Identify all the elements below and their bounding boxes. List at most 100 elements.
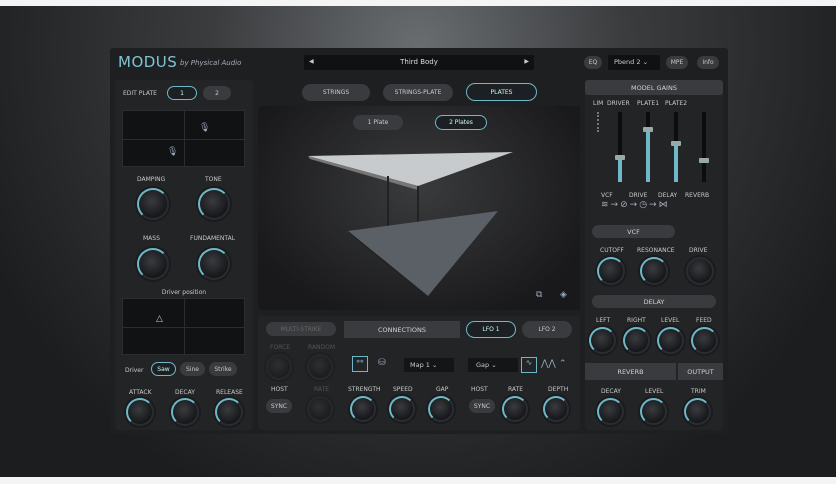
sync-button[interactable]: SYNC <box>266 399 292 413</box>
eq-button[interactable]: EQ <box>584 56 602 69</box>
delay-header[interactable]: DELAY <box>592 295 716 308</box>
rate-knob[interactable] <box>307 396 333 422</box>
lfo2-tab[interactable]: LFO 2 <box>522 321 572 338</box>
lfo-sync-button[interactable]: SYNC <box>469 399 495 413</box>
connections-graph-icon[interactable]: ⚯ <box>352 356 368 372</box>
reverb-level-knob[interactable] <box>640 398 667 425</box>
mpe-button[interactable]: MPE <box>666 56 688 69</box>
damping-knob[interactable] <box>137 188 169 220</box>
microphone-icon[interactable]: 🎙 <box>167 147 178 157</box>
plate1-fader[interactable] <box>643 112 653 182</box>
vcf-header[interactable]: VCF <box>592 225 675 238</box>
waveform-random-icon[interactable]: ⌃ <box>559 359 567 369</box>
preset-selector[interactable]: ◀ Third Body ▶ <box>304 55 534 70</box>
trim-knob[interactable] <box>684 398 711 425</box>
connections-header[interactable]: CONNECTIONS <box>344 321 460 338</box>
map-dropdown[interactable]: Map 1 ⌄ <box>404 358 454 372</box>
delay-feed-knob[interactable] <box>691 327 718 354</box>
release-label: RELEASE <box>216 389 243 396</box>
driver-sine-button[interactable]: Sine <box>180 362 205 376</box>
drive-icon[interactable]: ⊘ <box>620 200 630 210</box>
host-label: HOST <box>271 386 288 393</box>
fader-fill <box>618 157 622 182</box>
info-button[interactable]: Info <box>697 56 719 69</box>
logo-subtitle: by Physical Audio <box>180 59 242 67</box>
depth-knob[interactable] <box>543 396 569 422</box>
gap-knob[interactable] <box>428 396 454 422</box>
reverb-decay-knob[interactable] <box>597 398 624 425</box>
lfo-mode-dropdown[interactable]: Gap ⌄ <box>468 358 518 372</box>
lfo-rate-knob[interactable] <box>502 396 528 422</box>
attack-knob[interactable] <box>126 398 154 426</box>
model-gains-header: MODEL GAINS <box>585 80 723 95</box>
plate-xy-pad[interactable]: 🎙 🎙 <box>122 110 245 167</box>
driver-fader[interactable] <box>615 112 625 182</box>
resonance-knob[interactable] <box>640 257 668 285</box>
decay-knob[interactable] <box>171 398 199 426</box>
cutoff-knob[interactable] <box>597 257 625 285</box>
drive-knob[interactable] <box>686 257 714 285</box>
multi-strike-button[interactable]: MULTI-STRIKE <box>266 322 336 336</box>
next-preset-button[interactable]: ▶ <box>524 58 529 65</box>
lfo-rate-label: RATE <box>508 386 524 393</box>
plates-visualization <box>308 152 513 300</box>
top-border <box>0 0 836 6</box>
delay-left-label: LEFT <box>596 317 611 324</box>
plate-3d-view[interactable]: 1 Plate 2 Plates ⧉ ◈ <box>258 106 580 310</box>
speed-knob[interactable] <box>389 396 415 422</box>
output-header: OUTPUT <box>678 363 723 380</box>
fader-fill <box>674 143 678 182</box>
plate2-fader[interactable] <box>671 112 681 182</box>
plate-2-button[interactable]: 2 <box>203 86 231 100</box>
one-plate-button[interactable]: 1 Plate <box>353 115 403 130</box>
lfo1-tab[interactable]: LFO 1 <box>466 321 516 338</box>
delay-icon[interactable]: ◷ <box>639 200 649 210</box>
waveform-saw-icon[interactable]: ⋀⋀ <box>541 359 556 369</box>
fader-handle[interactable] <box>615 154 625 160</box>
tone-label: TONE <box>205 176 222 183</box>
fader-handle[interactable] <box>643 126 653 132</box>
tab-strings-plate[interactable]: STRINGS-PLATE <box>383 84 453 101</box>
material-icon[interactable]: ◈ <box>560 290 567 300</box>
plate-1-button[interactable]: 1 <box>167 86 197 100</box>
force-label: FORCE <box>270 344 291 351</box>
driver-strike-button[interactable]: Strike <box>209 362 237 376</box>
speed-label: SPEED <box>393 386 413 393</box>
two-plates-button[interactable]: 2 Plates <box>435 115 487 130</box>
release-knob[interactable] <box>215 398 243 426</box>
waveform-smooth-icon[interactable]: ∿ <box>521 357 537 373</box>
database-icon[interactable]: ⛁ <box>378 358 386 368</box>
driver-gain-label: DRIVER <box>607 100 630 107</box>
fader-handle[interactable] <box>671 140 681 146</box>
chain-reverb-label: REVERB <box>685 192 710 199</box>
tab-plates[interactable]: PLATES <box>466 83 537 101</box>
delay-level-knob[interactable] <box>657 327 684 354</box>
master-fader[interactable] <box>699 112 709 182</box>
reverb-header[interactable]: REVERB <box>585 363 676 380</box>
delay-right-label: RIGHT <box>627 317 646 324</box>
delay-level-label: LEVEL <box>661 317 680 324</box>
fx-chain-icons[interactable]: ≋→⊘→◷→⋈ <box>601 200 670 210</box>
random-knob[interactable] <box>307 354 333 380</box>
reverb-icon[interactable]: ⋈ <box>659 200 670 210</box>
vcf-icon[interactable]: ≋ <box>601 200 611 210</box>
tone-knob[interactable] <box>198 188 230 220</box>
fundamental-knob[interactable] <box>198 248 230 280</box>
driver-position-pad[interactable]: △ <box>122 298 245 355</box>
tab-strings[interactable]: STRINGS <box>302 84 370 101</box>
mass-knob[interactable] <box>137 248 169 280</box>
strength-knob[interactable] <box>350 396 376 422</box>
fader-handle[interactable] <box>699 158 709 163</box>
delay-right-knob[interactable] <box>623 327 650 354</box>
driver-saw-button[interactable]: Saw <box>151 362 176 376</box>
microphone-icon[interactable]: 🎙 <box>199 123 210 133</box>
driver-triangle-icon[interactable]: △ <box>156 314 163 324</box>
force-knob[interactable] <box>266 354 292 380</box>
mass-label: MASS <box>143 235 160 242</box>
driver-label: Driver <box>125 367 144 374</box>
fader-fill <box>646 129 650 182</box>
delay-left-knob[interactable] <box>589 327 616 354</box>
rotate-view-icon[interactable]: ⧉ <box>536 290 542 300</box>
plate1-gain-label: PLATE1 <box>637 100 660 107</box>
pitchbend-dropdown[interactable]: Pbend 2 ⌄ <box>608 55 660 70</box>
